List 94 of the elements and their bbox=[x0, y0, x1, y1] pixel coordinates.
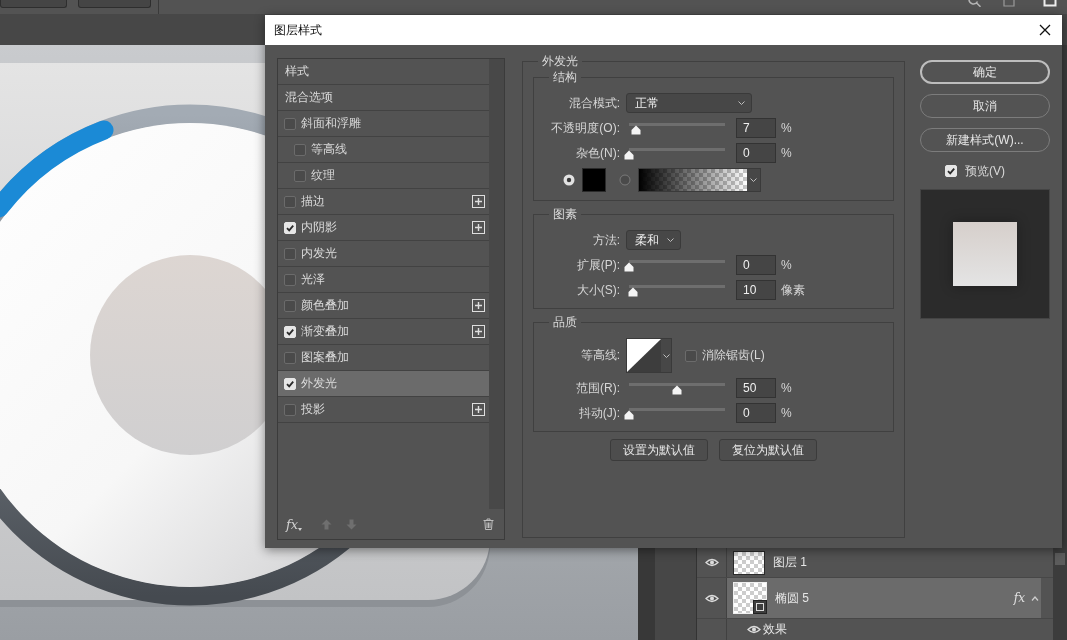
field-label: 抖动(J): bbox=[577, 404, 620, 422]
style-list-item[interactable]: 斜面和浮雕 bbox=[278, 111, 489, 137]
style-list-item[interactable]: 渐变叠加 bbox=[278, 319, 489, 345]
effects-badge[interactable]: fx bbox=[1013, 591, 1025, 605]
slider-thumb[interactable] bbox=[624, 409, 634, 420]
checkbox-label: 消除锯齿(L) bbox=[702, 347, 765, 364]
slider-thumb[interactable] bbox=[672, 384, 682, 395]
style-list-item[interactable]: 描边 bbox=[278, 189, 489, 215]
add-icon[interactable] bbox=[472, 299, 485, 312]
radio-button[interactable] bbox=[563, 174, 575, 186]
style-list-item[interactable]: 光泽 bbox=[278, 267, 489, 293]
add-icon[interactable] bbox=[472, 195, 485, 208]
style-list-item[interactable]: 内发光 bbox=[278, 241, 489, 267]
checkbox-label: 预览(V) bbox=[965, 162, 1005, 180]
checkbox[interactable] bbox=[284, 351, 296, 364]
value-input[interactable]: 0 bbox=[736, 143, 776, 163]
style-list-item[interactable]: 外发光 bbox=[278, 371, 489, 397]
group-title: 图素 bbox=[552, 207, 578, 221]
checkbox[interactable] bbox=[284, 403, 296, 416]
value-input[interactable]: 0 bbox=[736, 403, 776, 423]
contour-picker[interactable] bbox=[626, 338, 672, 373]
dialog-title: 图层样式 bbox=[274, 21, 323, 39]
layer-thumbnail bbox=[733, 550, 765, 575]
unit-label: 像素 bbox=[781, 281, 805, 299]
checkbox[interactable] bbox=[685, 349, 697, 362]
dialog-button[interactable]: 取消 bbox=[920, 94, 1050, 118]
slider-thumb[interactable] bbox=[624, 149, 634, 160]
field-label: 混合模式: bbox=[567, 94, 620, 112]
slider-thumb[interactable] bbox=[630, 124, 641, 135]
contour-curve-icon bbox=[627, 339, 661, 372]
color-swatch[interactable] bbox=[582, 168, 606, 192]
gradient-picker[interactable] bbox=[638, 168, 761, 192]
scrollbar-thumb[interactable] bbox=[1055, 553, 1065, 565]
preview-thumbnail bbox=[953, 222, 1017, 286]
unit-label: % bbox=[781, 258, 792, 272]
unit-label: % bbox=[781, 381, 792, 395]
group-title: 结构 bbox=[552, 70, 578, 84]
add-icon[interactable] bbox=[472, 325, 485, 338]
style-list-item[interactable]: 颜色叠加 bbox=[278, 293, 489, 319]
dropdown[interactable]: 正常 bbox=[626, 93, 752, 113]
search-icon[interactable] bbox=[968, 0, 982, 7]
caret-icon bbox=[663, 353, 670, 358]
style-list-item[interactable]: 纹理 bbox=[278, 163, 489, 189]
checkbox[interactable] bbox=[284, 299, 296, 312]
add-icon[interactable] bbox=[472, 221, 485, 234]
defaults-button[interactable]: 复位为默认值 bbox=[719, 439, 817, 461]
slider-thumb[interactable] bbox=[624, 261, 634, 272]
value-input[interactable]: 7 bbox=[736, 118, 776, 138]
effects-label: 效果 bbox=[763, 621, 787, 638]
field-label: 方法: bbox=[591, 231, 620, 249]
field-label: 等高线: bbox=[579, 347, 620, 364]
slider-thumb[interactable] bbox=[627, 286, 638, 297]
unit-label: % bbox=[781, 146, 792, 160]
caret-icon bbox=[667, 238, 674, 242]
layer-row[interactable]: 图层 1 bbox=[727, 548, 1041, 577]
dropdown[interactable]: 柔和 bbox=[626, 230, 681, 250]
eye-icon[interactable] bbox=[704, 593, 719, 603]
radio-button[interactable] bbox=[619, 174, 631, 186]
value-input[interactable]: 0 bbox=[736, 255, 776, 275]
style-list-item[interactable]: 内阴影 bbox=[278, 215, 489, 241]
eye-icon[interactable] bbox=[747, 625, 761, 634]
checkbox[interactable] bbox=[284, 247, 296, 260]
style-list-item[interactable]: 等高线 bbox=[278, 137, 489, 163]
field-label: 扩展(P): bbox=[575, 256, 620, 274]
value-input[interactable]: 50 bbox=[736, 378, 776, 398]
caret-icon bbox=[738, 101, 745, 105]
field-label: 杂色(N): bbox=[575, 144, 620, 162]
dialog-button[interactable]: 新建样式(W)... bbox=[920, 128, 1050, 152]
caret-icon bbox=[750, 178, 757, 182]
shape-icon bbox=[753, 600, 767, 614]
trash-icon[interactable] bbox=[483, 518, 494, 530]
caret-icon bbox=[298, 527, 303, 531]
unit-label: % bbox=[781, 406, 792, 420]
checkbox[interactable] bbox=[284, 195, 296, 208]
checkbox[interactable] bbox=[284, 273, 296, 286]
layer-row[interactable]: 椭圆 5 fx bbox=[727, 578, 1041, 618]
add-icon[interactable] bbox=[472, 403, 485, 416]
field-label: 范围(R): bbox=[575, 379, 620, 397]
field-label: 大小(S): bbox=[575, 281, 620, 299]
caret-icon[interactable] bbox=[1031, 595, 1039, 601]
checkbox[interactable] bbox=[284, 117, 296, 130]
checkbox[interactable] bbox=[294, 143, 306, 156]
group-title: 品质 bbox=[552, 315, 578, 329]
field-label: 不透明度(O): bbox=[550, 119, 620, 137]
dialog-button[interactable]: 确定 bbox=[920, 60, 1050, 84]
checkbox[interactable] bbox=[294, 169, 306, 182]
unit-label: % bbox=[781, 121, 792, 135]
defaults-button[interactable]: 设置为默认值 bbox=[610, 439, 708, 461]
group-title: 外发光 bbox=[541, 54, 579, 68]
value-input[interactable]: 10 bbox=[736, 280, 776, 300]
eye-icon[interactable] bbox=[704, 558, 719, 567]
style-list-item[interactable]: 投影 bbox=[278, 397, 489, 423]
fx-button[interactable]: fx bbox=[286, 516, 303, 532]
close-icon[interactable] bbox=[1039, 24, 1051, 36]
